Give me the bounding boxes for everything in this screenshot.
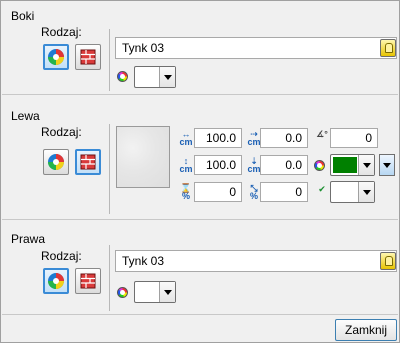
- offset-x-input[interactable]: 0.0: [260, 128, 308, 148]
- material-wheel-icon: [48, 273, 64, 289]
- section-lewa: Lewa Rodzaj: ↔ cm 100.0 ⇢ cm 0.0 ∡° 0 ↕ …: [2, 96, 398, 220]
- chevron-down-icon: [159, 67, 175, 87]
- rodzaj-label-boki: Rodzaj:: [41, 25, 82, 39]
- check-color-icon: ✔: [318, 184, 326, 194]
- divider-lewa: [109, 124, 110, 214]
- color-swatch-lewa-primary: [333, 157, 357, 173]
- material-wheel-icon: [48, 154, 64, 170]
- material-field-boki[interactable]: Tynk 03: [115, 37, 397, 59]
- material-dialog: Boki Rodzaj: Tynk 03 Lewa Rodzaj: ↔ cm 1…: [0, 0, 400, 343]
- material-type-button-boki[interactable]: [43, 44, 69, 70]
- color-picker-prawa[interactable]: [134, 281, 176, 303]
- brick-icon: [80, 154, 96, 170]
- width-input[interactable]: 100.0: [194, 128, 242, 148]
- brick-icon: [80, 273, 96, 289]
- light-bulb-icon[interactable]: [380, 252, 396, 270]
- angle-input[interactable]: 0: [330, 128, 378, 148]
- brick-type-button-boki[interactable]: [75, 44, 101, 70]
- material-type-button-lewa[interactable]: [43, 149, 69, 175]
- color-swatch-lewa-secondary: [333, 184, 357, 200]
- brick-type-button-lewa[interactable]: [75, 149, 101, 175]
- color-dropper-button[interactable]: [379, 154, 395, 176]
- scale-x-icon: ⌛%: [180, 183, 192, 201]
- scale-x-input[interactable]: 0: [194, 182, 242, 202]
- color-wheel-icon: [314, 160, 325, 171]
- divider-prawa: [109, 245, 110, 311]
- section-prawa: Prawa Rodzaj: Tynk 03: [2, 221, 398, 315]
- chevron-down-icon: [159, 282, 175, 302]
- angle-icon: ∡°: [316, 129, 328, 139]
- color-picker-lewa-primary[interactable]: [330, 154, 375, 176]
- scale-y-input[interactable]: 0: [260, 182, 308, 202]
- color-wheel-icon: [117, 71, 128, 82]
- section-title-prawa: Prawa: [11, 232, 46, 246]
- texture-preview: [116, 126, 170, 188]
- material-field-prawa[interactable]: Tynk 03: [115, 250, 397, 272]
- color-picker-boki[interactable]: [134, 66, 176, 88]
- width-icon: ↔ cm: [179, 129, 193, 147]
- color-swatch-boki: [137, 69, 158, 85]
- close-button[interactable]: Zamknij: [335, 319, 397, 341]
- brick-type-button-prawa[interactable]: [75, 268, 101, 294]
- rodzaj-label-lewa: Rodzaj:: [41, 125, 82, 139]
- section-title-boki: Boki: [11, 9, 35, 23]
- section-title-lewa: Lewa: [11, 109, 40, 123]
- brick-icon: [80, 49, 96, 65]
- material-type-button-prawa[interactable]: [43, 268, 69, 294]
- color-picker-lewa-secondary[interactable]: [330, 181, 375, 203]
- height-icon: ↕ cm: [179, 156, 193, 174]
- color-wheel-icon: [117, 287, 128, 298]
- offset-y-input[interactable]: 0.0: [260, 155, 308, 175]
- chevron-down-icon: [358, 155, 374, 175]
- material-wheel-icon: [48, 49, 64, 65]
- light-bulb-icon[interactable]: [380, 39, 396, 57]
- rodzaj-label-prawa: Rodzaj:: [41, 249, 82, 263]
- height-input[interactable]: 100.0: [194, 155, 242, 175]
- divider-boki: [109, 29, 110, 91]
- section-boki: Boki Rodzaj: Tynk 03: [2, 2, 398, 95]
- color-swatch-prawa: [137, 284, 158, 300]
- chevron-down-icon: [358, 182, 374, 202]
